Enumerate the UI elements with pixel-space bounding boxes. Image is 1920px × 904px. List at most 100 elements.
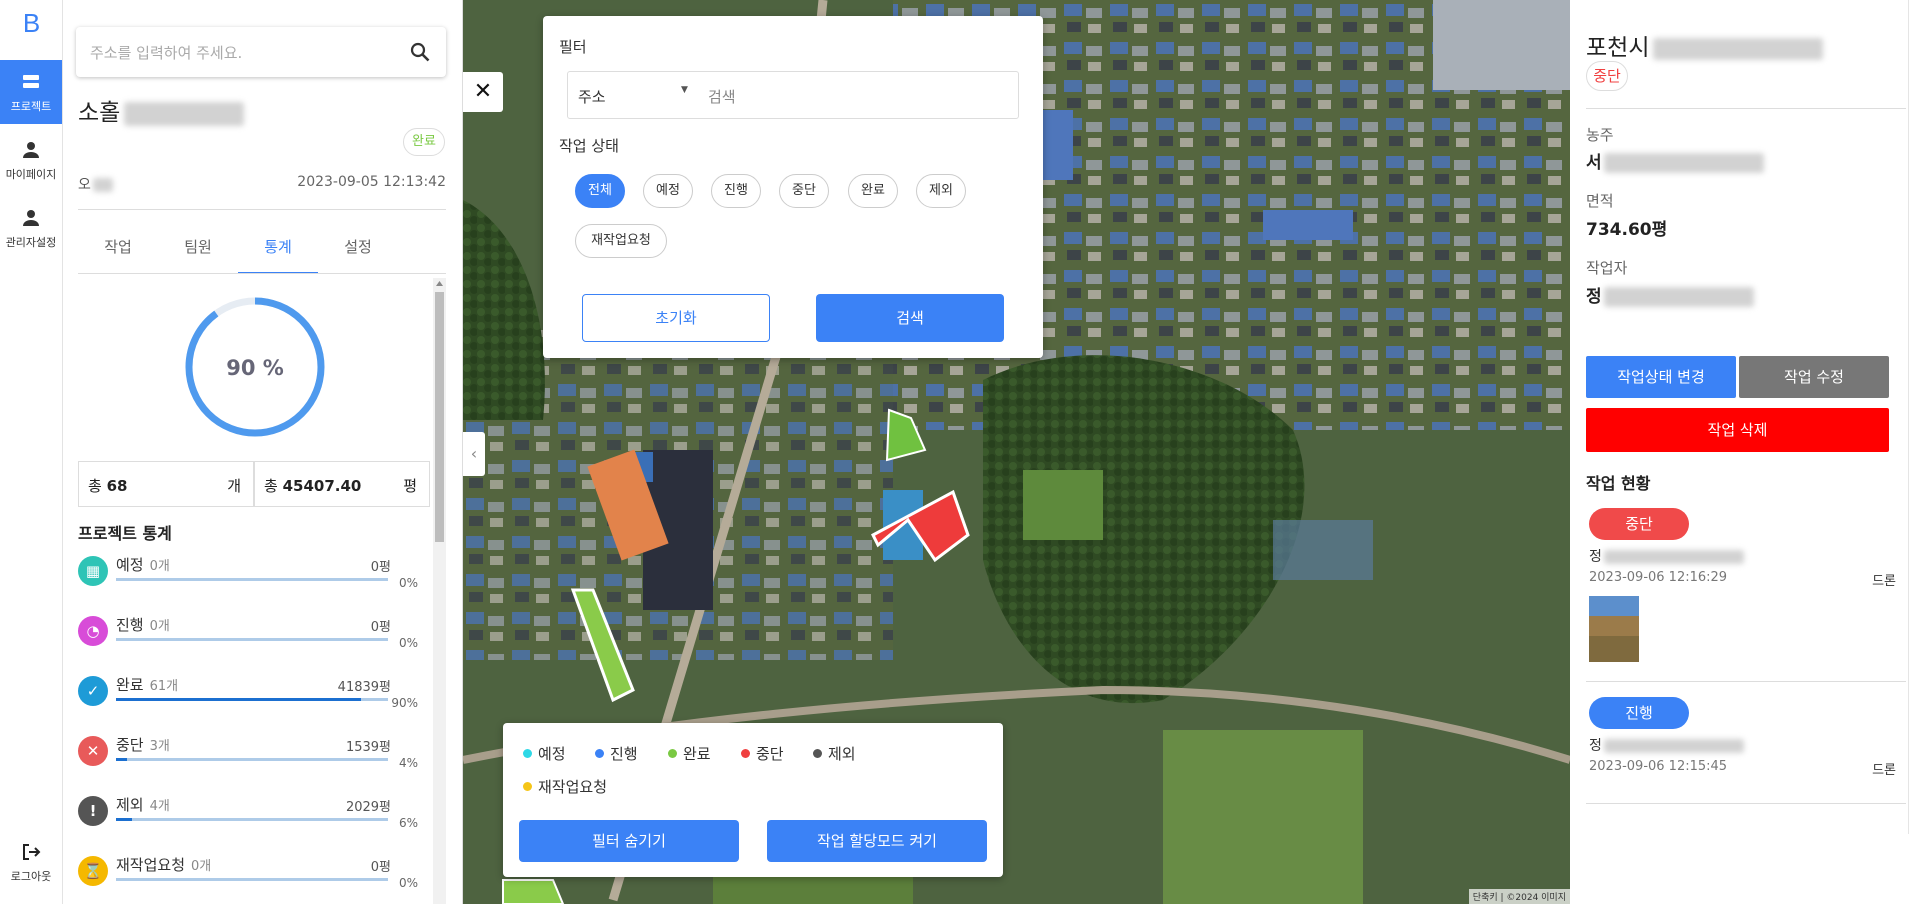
worker-label: 작업자	[1586, 259, 1628, 277]
app-logo[interactable]: B	[0, 8, 63, 39]
divider	[78, 273, 446, 274]
project-date: 2023-09-05 12:13:42	[297, 174, 446, 190]
stat-row: ▦ 예정 0개 0평 0%	[78, 552, 433, 604]
chip-all[interactable]: 전체	[575, 174, 625, 208]
farmer-label: 농주	[1586, 126, 1614, 144]
area-label: 면적	[1586, 192, 1614, 210]
edit-button[interactable]: 작업 수정	[1739, 356, 1889, 398]
stat-name: 완료 61개	[116, 676, 179, 694]
nav-item-label: 프로젝트	[10, 100, 52, 113]
history-title: 작업 현황	[1586, 474, 1651, 493]
area-value: 734.60평	[1586, 220, 1668, 240]
status-label: 작업 상태	[559, 137, 619, 155]
divider	[78, 209, 446, 210]
calendar-icon: ▦	[78, 556, 108, 586]
filter-panel: 필터 주소 ▼ 검색 작업 상태 전체 예정 진행 중단 완료 제외 재작업요청…	[543, 16, 1043, 358]
timer-icon: ◔	[78, 616, 108, 646]
stat-area: 1539평	[345, 740, 391, 755]
tab-stats[interactable]: 통계	[238, 236, 318, 274]
nav-item-logout[interactable]: 로그아웃	[0, 830, 62, 894]
filter-type-select[interactable]: 주소	[578, 86, 606, 107]
stat-row: ◔ 진행 0개 0평 0%	[78, 612, 433, 664]
history-status-badge: 중단	[1589, 508, 1689, 540]
scrollbar[interactable]	[433, 278, 446, 904]
stat-row: ✓ 완료 61개 41839평 90%	[78, 672, 433, 724]
stat-percent: 0%	[398, 576, 418, 590]
chip-excluded[interactable]: 제외	[916, 174, 966, 208]
stat-bar-fill	[116, 758, 127, 761]
history-name: 정	[1589, 735, 1744, 755]
stat-percent: 0%	[398, 636, 418, 650]
search-button[interactable]: 검색	[816, 294, 1004, 342]
exclamation-icon: !	[78, 796, 108, 826]
search-icon[interactable]	[410, 42, 430, 62]
divider	[1586, 108, 1906, 109]
search-input[interactable]: 주소를 입력하여 주세요.	[90, 42, 242, 63]
close-icon: ✕	[473, 79, 493, 104]
collapse-panel-button[interactable]: ‹	[463, 432, 485, 476]
stat-percent: 90%	[391, 696, 418, 710]
cancel-calendar-icon: ✕	[78, 736, 108, 766]
history-item[interactable]: 중단 정 2023-09-06 12:16:29 드론	[1586, 506, 1896, 680]
history-item[interactable]: 진행 정 2023-09-06 12:15:45 드론	[1586, 697, 1896, 803]
close-filter-button[interactable]: ✕	[463, 72, 503, 112]
legend-rework: 재작업요청	[523, 776, 607, 797]
nav-rail: B 프로젝트 마이페이지 관리자설정 로그아웃	[0, 0, 63, 904]
list-icon	[23, 75, 39, 88]
delete-button[interactable]: 작업 삭제	[1586, 408, 1889, 452]
filter-search-input[interactable]: 검색	[708, 86, 736, 107]
reset-button[interactable]: 초기화	[582, 294, 770, 342]
scrollbar[interactable]	[1908, 0, 1920, 834]
chip-planned[interactable]: 예정	[643, 174, 693, 208]
nav-item-admin[interactable]: 관리자설정	[0, 196, 62, 260]
assign-mode-button[interactable]: 작업 할당모드 켜기	[767, 820, 987, 862]
stat-area: 41839평	[337, 680, 391, 695]
stat-area: 0평	[370, 620, 391, 635]
legend-planned: 예정	[523, 743, 566, 764]
progress-ring: 90 %	[185, 297, 325, 437]
chip-inprogress[interactable]: 진행	[711, 174, 761, 208]
address-search[interactable]: 주소를 입력하여 주세요.	[76, 27, 446, 77]
nav-item-mypage[interactable]: 마이페이지	[0, 128, 62, 192]
legend-excluded: 제외	[813, 743, 856, 764]
divider	[1586, 681, 1906, 682]
chevron-down-icon[interactable]: ▼	[681, 85, 688, 95]
page-title: 소홀	[78, 93, 245, 127]
nav-item-label: 마이페이지	[5, 168, 57, 181]
detail-panel: 포천시 중단 농주 서 면적 734.60평 작업자 정 작업상태 변경 작업 …	[1570, 0, 1920, 904]
stat-bar-fill	[116, 818, 133, 821]
stat-name: 재작업요청 0개	[116, 856, 212, 874]
history-type: 드론	[1872, 763, 1896, 778]
chevron-left-icon: ‹	[470, 444, 478, 463]
stat-percent: 6%	[398, 816, 418, 830]
chip-done[interactable]: 완료	[848, 174, 898, 208]
history-name: 정	[1589, 546, 1744, 566]
stat-bar	[116, 758, 388, 761]
stat-name: 중단 3개	[116, 736, 170, 754]
nav-item-project[interactable]: 프로젝트	[0, 60, 62, 124]
chip-rework[interactable]: 재작업요청	[575, 224, 667, 258]
chip-stopped[interactable]: 중단	[779, 174, 829, 208]
photo-thumbnail[interactable]	[1589, 596, 1639, 662]
hide-filter-button[interactable]: 필터 숨기기	[519, 820, 739, 862]
legend-panel: 예정 진행 완료 중단 제외 재작업요청 필터 숨기기 작업 할당모드 켜기	[503, 723, 1003, 877]
stat-area: 0평	[370, 860, 391, 875]
stat-row: ✕ 중단 3개 1539평 4%	[78, 732, 433, 784]
farmer-value: 서	[1586, 148, 1764, 173]
legend-inprogress: 진행	[595, 743, 638, 764]
total-area: 총 45407.40 평	[254, 461, 430, 507]
scrollbar-thumb[interactable]	[435, 292, 444, 542]
stat-name: 진행 0개	[116, 616, 170, 634]
stat-row: ⌛ 재작업요청 0개 0평 0%	[78, 852, 433, 904]
status-badge: 중단	[1586, 61, 1628, 91]
status-badge: 완료	[403, 128, 445, 156]
filter-title: 필터	[559, 38, 587, 56]
stat-bar	[116, 638, 388, 641]
tab-work[interactable]: 작업	[78, 236, 158, 274]
tab-settings[interactable]: 설정	[318, 236, 398, 274]
divider	[1586, 803, 1906, 804]
change-status-button[interactable]: 작업상태 변경	[1586, 356, 1736, 398]
tab-members[interactable]: 팀원	[158, 236, 238, 274]
person-icon	[23, 142, 39, 158]
history-type: 드론	[1872, 574, 1896, 589]
